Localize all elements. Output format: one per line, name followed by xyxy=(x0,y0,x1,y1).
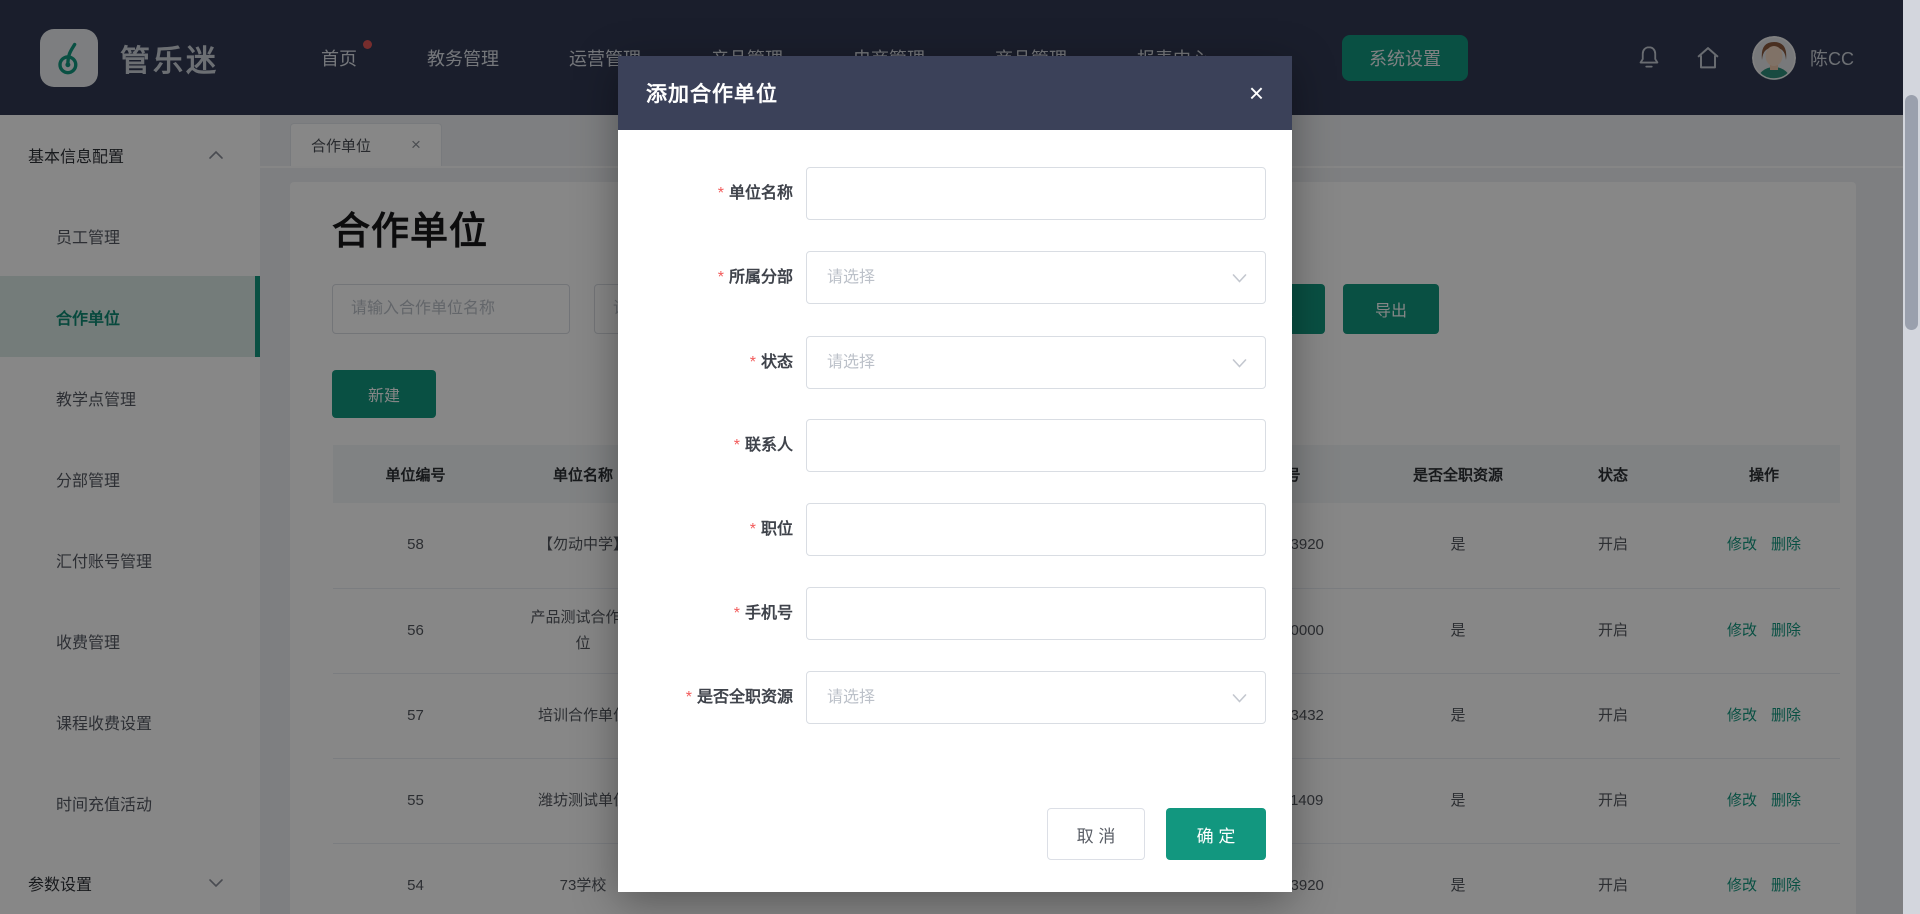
chevron-down-icon xyxy=(1232,274,1247,283)
select-placeholder: 请选择 xyxy=(827,252,875,303)
input-field-5[interactable] xyxy=(806,503,1266,556)
field-label-text: 联系人 xyxy=(745,437,793,454)
required-asterisk: * xyxy=(686,689,692,706)
cancel-button[interactable]: 取 消 xyxy=(1047,808,1145,860)
select-field-2[interactable]: 请选择 xyxy=(806,251,1266,304)
field-label: * 单位名称 xyxy=(618,167,793,220)
required-asterisk: * xyxy=(718,185,724,202)
form-row-1: * 单位名称 xyxy=(618,167,1292,220)
select-field-3[interactable]: 请选择 xyxy=(806,336,1266,389)
field-label: * 联系人 xyxy=(618,419,793,472)
confirm-button[interactable]: 确 定 xyxy=(1166,808,1266,860)
text-input[interactable] xyxy=(807,588,1265,639)
form-row-5: * 职位 xyxy=(618,503,1292,556)
field-label-text: 职位 xyxy=(761,521,793,538)
input-field-6[interactable] xyxy=(806,587,1266,640)
select-field-7[interactable]: 请选择 xyxy=(806,671,1266,724)
text-input[interactable] xyxy=(807,504,1265,555)
text-input[interactable] xyxy=(807,420,1265,471)
input-field-1[interactable] xyxy=(806,167,1266,220)
required-asterisk: * xyxy=(750,354,756,371)
form-row-2: * 所属分部 请选择 xyxy=(618,251,1292,304)
field-label: * 是否全职资源 xyxy=(618,671,793,724)
field-label-text: 所属分部 xyxy=(729,269,793,286)
select-placeholder: 请选择 xyxy=(827,672,875,723)
field-label-text: 是否全职资源 xyxy=(697,689,793,706)
required-asterisk: * xyxy=(734,605,740,622)
field-label: * 手机号 xyxy=(618,587,793,640)
select-placeholder: 请选择 xyxy=(827,337,875,388)
field-label: * 所属分部 xyxy=(618,251,793,304)
form-row-7: * 是否全职资源 请选择 xyxy=(618,671,1292,724)
required-asterisk: * xyxy=(750,521,756,538)
form-row-4: * 联系人 xyxy=(618,419,1292,472)
modal-title: 添加合作单位 xyxy=(646,78,778,108)
chevron-down-icon xyxy=(1232,359,1247,368)
required-asterisk: * xyxy=(718,269,724,286)
field-label-text: 单位名称 xyxy=(729,185,793,202)
add-partner-unit-modal: 添加合作单位 × *单位名称*所属分部请选择*状态请选择*联系人*职位*手机号*… xyxy=(618,56,1292,892)
text-input[interactable] xyxy=(807,168,1265,219)
form-row-6: * 手机号 xyxy=(618,587,1292,640)
field-label-text: 状态 xyxy=(761,354,793,371)
form-row-3: * 状态 请选择 xyxy=(618,336,1292,389)
modal-body: *单位名称*所属分部请选择*状态请选择*联系人*职位*手机号*是否全职资源请选择 xyxy=(618,130,1292,892)
modal-header: 添加合作单位 × xyxy=(618,56,1292,130)
field-label: * 状态 xyxy=(618,336,793,389)
required-asterisk: * xyxy=(734,437,740,454)
vertical-scrollbar[interactable] xyxy=(1903,0,1920,914)
field-label: * 职位 xyxy=(618,503,793,556)
app-root: 管乐迷 首页教务管理运营管理产品管理电商管理商品管理报表中心 系统设置 xyxy=(0,0,1920,914)
close-icon[interactable]: × xyxy=(1249,80,1264,106)
chevron-down-icon xyxy=(1232,694,1247,703)
scrollbar-thumb[interactable] xyxy=(1905,95,1918,330)
field-label-text: 手机号 xyxy=(745,605,793,622)
input-field-4[interactable] xyxy=(806,419,1266,472)
